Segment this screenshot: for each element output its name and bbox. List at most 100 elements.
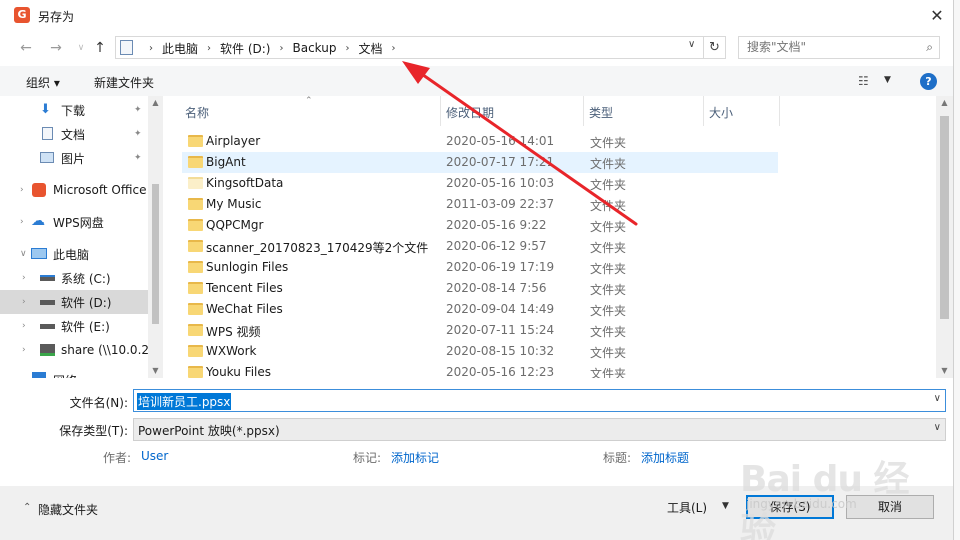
file-row[interactable]: scanner_20170823_170429等2个文件 2020-06-12 … [182, 236, 778, 257]
filetype-dropdown-chevron-icon[interactable]: ∨ [934, 422, 941, 433]
sidebar-item-wps-cloud[interactable]: › ☁ WPS网盘 [0, 210, 148, 234]
network-icon [32, 372, 46, 378]
help-icon[interactable]: ? [920, 73, 937, 90]
column-divider[interactable] [703, 96, 704, 126]
file-row[interactable]: Youku Files 2020-05-16 12:23 文件夹 [182, 362, 778, 378]
sidebar-item-share[interactable]: › share (\\10.0.2. [0, 338, 153, 362]
file-row[interactable]: Sunlogin Files 2020-06-19 17:19 文件夹 [182, 257, 778, 278]
column-divider[interactable] [583, 96, 584, 126]
file-row[interactable]: KingsoftData 2020-05-16 10:03 文件夹 [182, 173, 778, 194]
breadcrumb-separator[interactable]: › [207, 43, 211, 54]
expand-chevron-icon[interactable]: › [20, 185, 24, 195]
scroll-up-icon[interactable]: ▲ [937, 98, 952, 107]
column-divider[interactable] [779, 96, 780, 126]
file-type: 文件夹 [590, 283, 627, 297]
forward-arrow-icon[interactable]: → [46, 38, 66, 58]
pin-icon[interactable]: ✦ [134, 153, 142, 163]
expand-chevron-icon[interactable]: › [22, 297, 26, 307]
sidebar-item-downloads[interactable]: ⬇ 下载 ✦ [0, 98, 148, 122]
search-box[interactable]: ⌕ [738, 36, 940, 59]
recent-locations-chevron-icon[interactable]: ∨ [71, 38, 91, 58]
download-icon: ⬇ [40, 102, 51, 117]
column-header-date[interactable]: 修改日期 [446, 104, 494, 121]
breadcrumb-separator[interactable]: › [345, 43, 349, 54]
scroll-down-icon[interactable]: ▼ [937, 366, 952, 375]
scroll-down-icon[interactable]: ▼ [148, 366, 163, 375]
organize-menu-button[interactable]: 组织 ▾ [26, 74, 60, 91]
filename-field[interactable]: 培训新员工.ppsx ∨ [133, 389, 946, 412]
sidebar-item-label: 图片 [61, 151, 86, 166]
file-list-scroll-thumb[interactable] [940, 116, 949, 319]
file-row[interactable]: Tencent Files 2020-08-14 7:56 文件夹 [182, 278, 778, 299]
collapse-chevron-icon[interactable]: ∨ [20, 249, 27, 259]
file-row[interactable]: QQPCMgr 2020-05-16 9:22 文件夹 [182, 215, 778, 236]
back-arrow-icon[interactable]: ← [16, 38, 36, 58]
command-bar: 组织 ▾ 新建文件夹 ☷ ▼ ? [0, 66, 960, 96]
filetype-select[interactable]: PowerPoint 放映(*.ppsx) ∨ [133, 418, 946, 441]
expand-chevron-icon[interactable]: › [22, 345, 26, 355]
file-date: 2020-07-11 15:24 [446, 323, 555, 337]
sidebar-item-drive-c[interactable]: › 系统 (C:) [0, 266, 148, 290]
view-dropdown-icon[interactable]: ▼ [884, 75, 891, 85]
file-row[interactable]: Airplayer 2020-05-16 14:01 文件夹 [182, 131, 778, 152]
file-row[interactable]: My Music 2011-03-09 22:37 文件夹 [182, 194, 778, 215]
pin-icon[interactable]: ✦ [134, 105, 142, 115]
file-row[interactable]: BigAnt 2020-07-17 17:21 文件夹 [182, 152, 778, 173]
breadcrumb-documents[interactable]: 文档 [358, 40, 382, 57]
breadcrumb-separator[interactable]: › [392, 43, 396, 54]
tools-dropdown-icon[interactable]: ▼ [722, 501, 729, 511]
sidebar-scrollbar[interactable]: ▲ ▼ [148, 96, 163, 378]
column-header-size[interactable]: 大小 [709, 104, 733, 121]
file-row[interactable]: WeChat Files 2020-09-04 14:49 文件夹 [182, 299, 778, 320]
file-type: 文件夹 [590, 136, 627, 150]
sidebar-item-pictures[interactable]: 图片 ✦ [0, 146, 148, 170]
sidebar-item-network[interactable]: 网络 [0, 368, 148, 378]
up-arrow-icon[interactable]: ↑ [90, 38, 110, 58]
new-folder-button[interactable]: 新建文件夹 [94, 74, 154, 91]
file-list-scrollbar[interactable]: ▲ ▼ [936, 96, 953, 378]
folder-icon [188, 303, 203, 315]
pin-icon[interactable]: ✦ [134, 129, 142, 139]
filetype-value: PowerPoint 放映(*.ppsx) [138, 424, 280, 438]
file-row[interactable]: WPS 视频 2020-07-11 15:24 文件夹 [182, 320, 778, 341]
expand-chevron-icon[interactable]: › [20, 217, 24, 227]
file-row[interactable]: WXWork 2020-08-15 10:32 文件夹 [182, 341, 778, 362]
tools-menu-button[interactable]: 工具(L) [667, 499, 707, 516]
address-dropdown-chevron-icon[interactable]: ∨ [688, 39, 695, 50]
breadcrumb-this-pc[interactable]: 此电脑 [162, 40, 198, 57]
file-date: 2020-05-16 10:03 [446, 176, 555, 190]
collapse-up-chevron-icon[interactable]: ⌃ [23, 502, 31, 513]
add-title-link[interactable]: 添加标题 [641, 449, 689, 466]
scroll-up-icon[interactable]: ▲ [148, 98, 163, 107]
address-bar[interactable]: › 此电脑 › 软件 (D:) › Backup › 文档 › ∨ [115, 36, 704, 59]
file-date: 2020-06-12 9:57 [446, 239, 547, 253]
sidebar-item-drive-d[interactable]: › 软件 (D:) [0, 290, 148, 314]
tags-label: 标记: [353, 451, 382, 465]
sidebar-item-microsoft-office[interactable]: › Microsoft Office [0, 178, 148, 202]
file-list: ⌃ 名称 修改日期 类型 大小 Airplayer 2020-05-16 14:… [168, 96, 953, 378]
column-header-name[interactable]: 名称 [185, 104, 209, 121]
search-icon[interactable]: ⌕ [926, 40, 933, 55]
breadcrumb-backup[interactable]: Backup [292, 41, 336, 55]
sidebar-item-documents[interactable]: 文档 ✦ [0, 122, 148, 146]
breadcrumb-separator[interactable]: › [149, 43, 153, 54]
close-button[interactable]: ✕ [924, 4, 950, 28]
hide-folders-toggle[interactable]: 隐藏文件夹 [38, 501, 98, 518]
expand-chevron-icon[interactable]: › [22, 273, 26, 283]
refresh-button[interactable]: ↻ [704, 36, 726, 59]
column-divider[interactable] [440, 96, 441, 126]
column-header-type[interactable]: 类型 [589, 104, 613, 121]
breadcrumb-drive-d[interactable]: 软件 (D:) [220, 40, 270, 57]
sidebar-scroll-thumb[interactable] [152, 184, 159, 324]
file-name: Youku Files [206, 365, 272, 378]
expand-chevron-icon[interactable]: › [22, 321, 26, 331]
author-value[interactable]: User [141, 449, 168, 463]
sidebar-item-this-pc[interactable]: ∨ 此电脑 [0, 242, 148, 266]
filename-input[interactable]: 培训新员工.ppsx [137, 393, 232, 410]
sidebar-item-drive-e[interactable]: › 软件 (E:) [0, 314, 148, 338]
view-options-icon[interactable]: ☷ [858, 74, 869, 88]
breadcrumb-separator[interactable]: › [279, 43, 283, 54]
filename-dropdown-chevron-icon[interactable]: ∨ [934, 393, 941, 404]
search-input[interactable] [747, 40, 912, 54]
add-tags-link[interactable]: 添加标记 [391, 449, 439, 466]
